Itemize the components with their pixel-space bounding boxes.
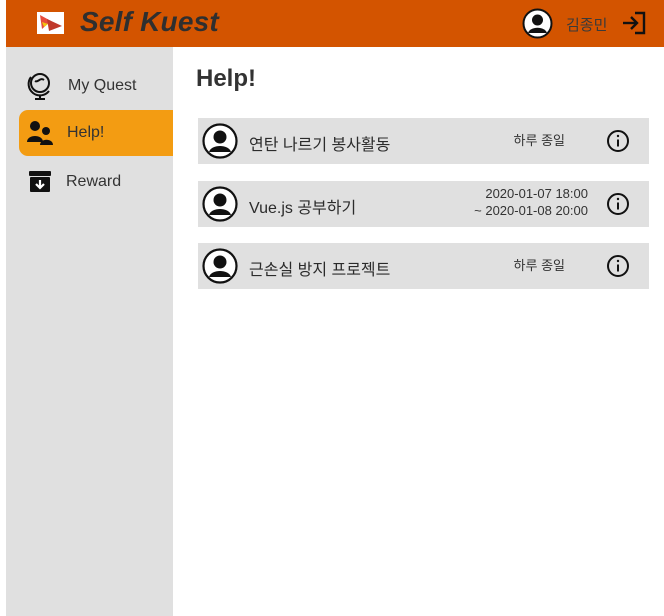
top-header: Self Kuest 김종민 [6,0,664,47]
sidebar-item-label: Help! [67,124,105,141]
info-icon[interactable] [606,129,630,153]
archive-icon [25,167,55,197]
main-content: Help! 연탄 나르기 봉사활동 하루 종일 Vue.js 공부하기 2020… [173,47,664,616]
quest-title: 근손실 방지 프로젝트 [249,262,391,279]
quest-row[interactable]: 연탄 나르기 봉사활동 하루 종일 [198,118,649,164]
sidebar-item-label: My Quest [68,77,137,94]
globe-icon [25,71,55,101]
info-icon[interactable] [606,254,630,278]
logout-icon[interactable] [621,10,647,36]
sidebar: My Quest Help! Reward [6,47,182,616]
logo-icon [37,12,64,34]
quest-row[interactable]: 근손실 방지 프로젝트 하루 종일 [198,243,649,289]
app-title[interactable]: Self Kuest [80,6,219,38]
sidebar-item-help[interactable]: Help! [19,110,182,156]
user-name: 김종민 [566,17,608,34]
info-icon[interactable] [606,192,630,216]
quest-title: 연탄 나르기 봉사활동 [249,137,391,154]
quest-date-end: ~ 2020-01-08 20:00 [474,203,588,218]
sidebar-item-label: Reward [66,173,122,190]
sidebar-item-my-quest[interactable]: My Quest [19,63,182,109]
quest-date-start: 2020-01-07 18:00 [485,186,588,201]
avatar-icon [202,248,238,284]
quest-date: 2020-01-07 18:00 ~ 2020-01-08 20:00 [474,185,588,219]
quest-date: 하루 종일 [513,133,565,148]
quest-title: Vue.js 공부하기 [249,200,357,217]
users-icon [25,118,55,148]
quest-row[interactable]: Vue.js 공부하기 2020-01-07 18:00 ~ 2020-01-0… [198,181,649,227]
avatar-icon [202,186,238,222]
quest-date: 하루 종일 [513,258,565,273]
user-avatar-icon[interactable] [522,8,553,39]
sidebar-item-reward[interactable]: Reward [19,159,182,205]
page-title: Help! [196,65,256,92]
avatar-icon [202,123,238,159]
